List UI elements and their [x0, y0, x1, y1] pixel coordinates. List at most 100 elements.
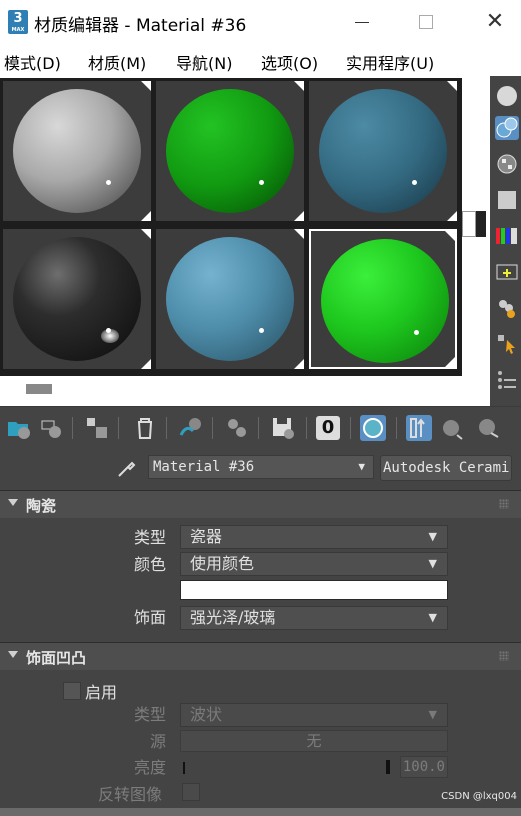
ceramic-finish-label: 饰面: [134, 608, 167, 627]
chevron-down-icon: ▼: [428, 557, 437, 570]
rollout-finish-bump-body: 启用 类型 波状 ▼ 源 无 亮度 100.0 反转图像 CSDN @lxq004: [0, 670, 521, 808]
background-icon[interactable]: [495, 188, 519, 212]
material-name-row: Material #36 ▼ Autodesk Cerami: [0, 450, 521, 490]
scroll-thumb[interactable]: [462, 211, 476, 237]
minimize-button[interactable]: [347, 8, 377, 36]
bump-type-label: 类型: [134, 705, 167, 724]
scroll-thumb[interactable]: [26, 384, 52, 394]
sample-slot-4[interactable]: [3, 229, 151, 369]
show-end-result-icon[interactable]: [406, 415, 432, 441]
sample-slot-3[interactable]: [309, 81, 457, 221]
collapse-arrow-icon: [8, 499, 18, 506]
material-id-channel-button[interactable]: 0: [316, 416, 340, 440]
put-to-library-icon[interactable]: [270, 415, 296, 441]
options-icon[interactable]: [495, 332, 519, 356]
rollout-ceramic-header[interactable]: 陶瓷: [0, 490, 521, 518]
title-bar: 3 MAX 材质编辑器 - Material #36 ✕: [0, 0, 521, 44]
material-sphere: [166, 237, 294, 361]
sample-slot-grid: [0, 78, 462, 376]
slot-corner-marker: [445, 231, 455, 241]
drag-grip-icon[interactable]: [499, 499, 509, 509]
scroll-top: [462, 78, 488, 102]
material-sphere: [13, 237, 141, 361]
backlight-icon[interactable]: [495, 152, 519, 176]
sample-slot-1[interactable]: [3, 81, 151, 221]
menu-bar: 模式(D) 材质(M) 导航(N) 选项(O) 实用程序(U): [0, 44, 521, 76]
menu-mode[interactable]: 模式(D): [4, 50, 61, 74]
go-forward-to-sibling-icon[interactable]: [476, 415, 502, 441]
select-by-material-icon[interactable]: [495, 368, 519, 392]
slot-horizontal-scrollbar[interactable]: [0, 376, 462, 404]
get-material-icon[interactable]: [6, 415, 32, 441]
menu-utilities[interactable]: 实用程序(U): [346, 50, 434, 74]
rollout-finish-bump-header[interactable]: 饰面凹凸: [0, 642, 521, 670]
slider-knob[interactable]: [386, 760, 390, 774]
slot-corner-marker: [141, 211, 151, 221]
show-shaded-material-icon[interactable]: [360, 415, 386, 441]
menu-material[interactable]: 材质(M): [88, 50, 146, 74]
bump-invert-checkbox[interactable]: [182, 783, 200, 801]
maximize-button[interactable]: [410, 8, 440, 36]
sample-slot-6-active[interactable]: [309, 229, 457, 369]
ceramic-finish-dropdown[interactable]: 强光泽/玻璃 ▼: [180, 606, 448, 630]
menu-options[interactable]: 选项(O): [261, 50, 318, 74]
ceramic-type-dropdown[interactable]: 瓷器 ▼: [180, 525, 448, 549]
make-material-copy-icon[interactable]: [178, 415, 204, 441]
sample-slot-2[interactable]: [156, 81, 304, 221]
ceramic-type-label: 类型: [134, 528, 167, 547]
bump-amount-label: 亮度: [134, 758, 167, 777]
sample-type-sphere-icon[interactable]: [495, 84, 519, 108]
put-material-to-scene-icon[interactable]: [38, 415, 64, 441]
toolbar-separator: [258, 417, 259, 439]
slot-corner-marker: [294, 229, 304, 239]
slot-corner-marker: [294, 211, 304, 221]
assign-material-to-selection-icon[interactable]: [84, 415, 110, 441]
slider-track: [184, 768, 388, 770]
close-button[interactable]: ✕: [480, 8, 510, 36]
bump-type-dropdown[interactable]: 波状 ▼: [180, 703, 448, 727]
material-sphere: [321, 239, 449, 363]
reset-material-delete-icon[interactable]: [132, 415, 158, 441]
sample-type-multi-icon[interactable]: [495, 116, 519, 140]
watermark-text: CSDN @lxq004: [441, 791, 517, 802]
drag-grip-icon[interactable]: [499, 651, 509, 661]
collapse-arrow-icon: [8, 651, 18, 658]
bump-enable-checkbox[interactable]: [63, 682, 81, 700]
chevron-down-icon: ▼: [428, 530, 437, 543]
bump-amount-spinner[interactable]: 100.0: [400, 756, 448, 778]
make-unique-icon[interactable]: [224, 415, 250, 441]
toolbar-separator: [396, 417, 397, 439]
material-sphere: [166, 89, 294, 213]
menu-navigation[interactable]: 导航(N): [176, 50, 232, 74]
pick-material-eyedropper-icon[interactable]: [116, 456, 136, 478]
slot-corner-marker: [141, 81, 151, 91]
sample-slot-5[interactable]: [156, 229, 304, 369]
scroll-thumb-shadow: [476, 211, 486, 237]
slot-corner-marker: [141, 229, 151, 239]
slot-corner-marker: [141, 359, 151, 369]
rollout-title: 饰面凹凸: [26, 649, 87, 667]
slot-corner-marker: [294, 359, 304, 369]
chevron-down-icon: ▼: [358, 460, 365, 473]
material-toolbar: 0: [0, 406, 521, 450]
3dsmax-app-icon: 3 MAX: [8, 10, 28, 34]
right-toolbar: [490, 76, 521, 406]
go-to-parent-icon[interactable]: [440, 415, 466, 441]
rollout-title: 陶瓷: [26, 497, 57, 515]
material-type-button[interactable]: Autodesk Cerami: [380, 455, 512, 481]
bump-source-label: 源: [150, 732, 167, 751]
toolbar-separator: [306, 417, 307, 439]
sample-uv-tiling-icon[interactable]: [495, 224, 519, 248]
make-preview-icon[interactable]: [495, 296, 519, 320]
ceramic-color-swatch[interactable]: [180, 580, 448, 600]
ceramic-color-dropdown[interactable]: 使用颜色 ▼: [180, 552, 448, 576]
video-color-check-icon[interactable]: [495, 260, 519, 284]
slot-corner-marker: [294, 81, 304, 91]
slot-vertical-scrollbar[interactable]: [462, 78, 490, 377]
bump-source-button[interactable]: 无: [180, 730, 448, 752]
slot-corner-marker: [447, 211, 457, 221]
bump-amount-slider[interactable]: [180, 756, 392, 778]
ceramic-color-label: 颜色: [134, 555, 167, 574]
material-name-field[interactable]: Material #36 ▼: [148, 455, 374, 479]
sample-slots-area: [0, 76, 521, 406]
